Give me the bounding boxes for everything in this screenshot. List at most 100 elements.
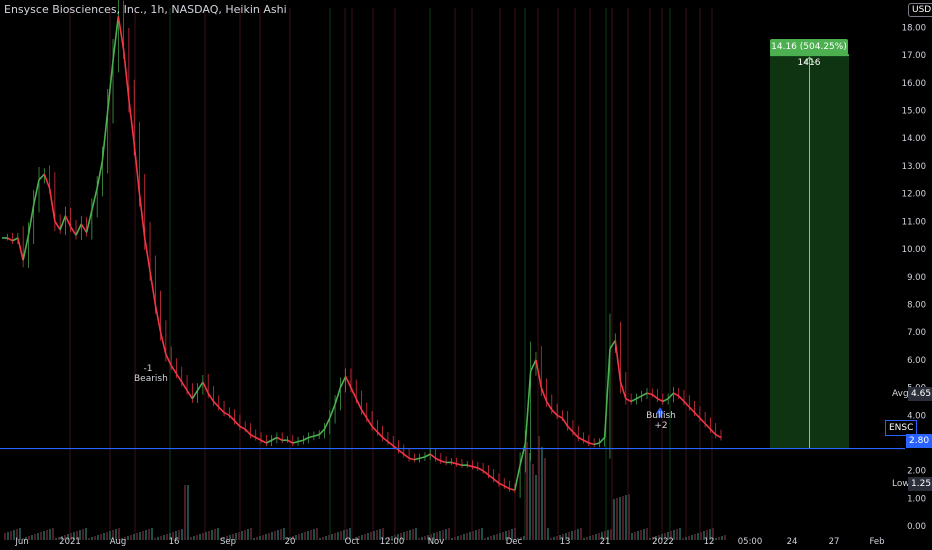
candle xyxy=(577,436,584,441)
candle xyxy=(376,431,384,439)
candle xyxy=(551,409,558,416)
volume-bar xyxy=(490,536,492,540)
y-tick-label: 16.00 xyxy=(902,79,926,89)
candle xyxy=(149,271,157,305)
volume-bar xyxy=(466,533,468,540)
volume-bar xyxy=(217,528,219,540)
bullish-annotation: Bullish +2 xyxy=(646,411,676,431)
candle xyxy=(12,237,19,242)
volume-bar xyxy=(688,536,690,540)
candle xyxy=(704,423,712,430)
volume-bar xyxy=(97,535,99,540)
volume-bar xyxy=(307,531,309,540)
candle xyxy=(329,403,336,419)
volume-bar xyxy=(82,529,84,540)
volume-bar xyxy=(460,535,462,540)
candle xyxy=(344,376,352,388)
candle xyxy=(138,193,146,239)
volume-bar xyxy=(43,531,45,540)
y-tick-label: 15.00 xyxy=(902,107,926,117)
currency-badge[interactable]: USD xyxy=(908,3,932,17)
candle xyxy=(509,487,516,491)
candle xyxy=(228,414,236,422)
candle xyxy=(699,417,706,425)
x-tick-label: 05:00 xyxy=(738,537,763,547)
candle xyxy=(292,440,299,444)
volume-bar xyxy=(538,436,540,540)
volume-bar xyxy=(646,528,648,540)
volume-bar xyxy=(640,530,642,540)
volume-bar xyxy=(106,532,108,540)
candle xyxy=(218,406,225,414)
volume-bar xyxy=(484,538,486,540)
candle xyxy=(651,393,659,400)
volume-bar xyxy=(205,532,207,540)
volume-bar xyxy=(340,531,342,540)
candle xyxy=(27,204,35,236)
volume-bar xyxy=(412,529,414,540)
volume-bar xyxy=(100,534,102,540)
volume-bar xyxy=(715,538,717,540)
candle xyxy=(59,215,67,230)
candle xyxy=(614,340,622,383)
volume-bar xyxy=(256,537,258,540)
volume-bar xyxy=(316,528,318,540)
candle xyxy=(408,457,415,461)
candle xyxy=(202,381,209,394)
candle xyxy=(529,359,537,372)
bearish-count: -1 xyxy=(143,364,153,374)
candle xyxy=(636,395,643,400)
x-tick-label: 2021 xyxy=(59,537,81,547)
bearish-annotation: -1 Bearish xyxy=(134,364,168,384)
candle xyxy=(392,445,400,451)
candle xyxy=(472,465,479,469)
candle xyxy=(6,237,13,242)
volume-bar xyxy=(133,534,135,540)
volume-bar xyxy=(496,534,498,540)
candle xyxy=(398,449,405,455)
volume-bar xyxy=(145,530,147,540)
volume-bar xyxy=(127,536,129,540)
candle xyxy=(38,173,45,181)
candle xyxy=(561,417,569,427)
candle xyxy=(70,226,77,236)
candle xyxy=(234,420,241,427)
candle xyxy=(175,373,183,383)
y-tick-label: 2.00 xyxy=(907,467,926,477)
x-tick-label: 12:00 xyxy=(380,537,405,547)
y-tick-label: 0.00 xyxy=(907,522,926,532)
volume-bar xyxy=(262,535,264,540)
volume-bar xyxy=(535,475,537,540)
candle xyxy=(545,401,553,411)
candle xyxy=(366,417,373,427)
volume-bar xyxy=(724,535,726,540)
candle xyxy=(313,433,320,437)
price-axis[interactable]: 0.001.002.003.004.005.006.007.008.009.00… xyxy=(902,23,926,532)
volume-bar xyxy=(499,533,501,540)
candle xyxy=(603,348,611,438)
bearish-text: Bearish xyxy=(134,374,168,384)
volume-bar xyxy=(697,533,699,540)
volume-bar xyxy=(250,528,252,540)
volume-bar xyxy=(331,534,333,540)
candle xyxy=(477,467,484,472)
volume-bar xyxy=(136,533,138,540)
volume-bar xyxy=(94,536,96,540)
candle xyxy=(159,332,167,355)
low-value: 1.25 xyxy=(908,477,932,491)
y-tick-label: 14.00 xyxy=(902,134,926,144)
y-tick-label: 12.00 xyxy=(902,190,926,200)
volume-bar xyxy=(298,534,300,540)
volume-bar xyxy=(676,529,678,540)
signal-bands xyxy=(69,8,713,540)
candle xyxy=(451,461,457,465)
price-chart[interactable]: 0.001.002.003.004.005.006.007.008.009.00… xyxy=(0,0,932,550)
volume-bar xyxy=(244,530,246,540)
y-tick-label: 10.00 xyxy=(902,245,926,255)
x-tick-label: 2022 xyxy=(652,537,674,547)
x-tick-label: Feb xyxy=(869,537,884,547)
candle xyxy=(143,237,151,272)
volume-bar xyxy=(424,536,426,540)
volume-bar xyxy=(55,538,57,540)
volume-bar xyxy=(541,447,543,540)
